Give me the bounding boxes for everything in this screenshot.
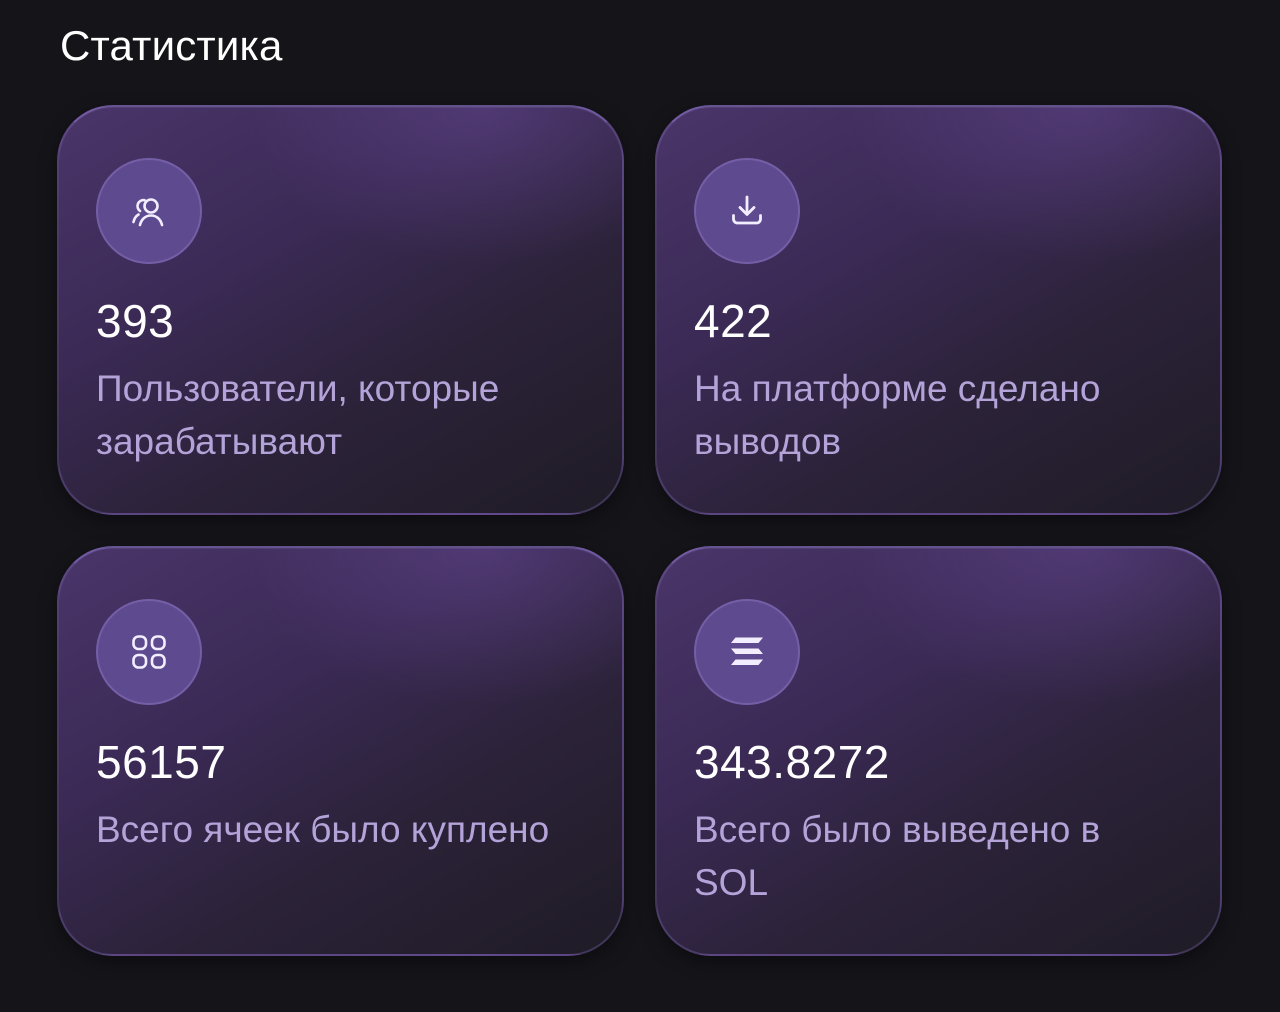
users-icon <box>96 158 202 264</box>
stat-card-withdrawals: 422 На платформе сделано выводов <box>655 105 1222 515</box>
stats-grid: 393 Пользователи, которые зарабатывают 4… <box>57 105 1222 956</box>
stat-value: 343.8272 <box>694 736 890 788</box>
stat-value: 393 <box>96 295 175 347</box>
solana-icon <box>694 599 800 705</box>
stat-card-sol-withdrawn: 343.8272 Всего было выведено в SOL <box>655 546 1222 956</box>
grid-icon <box>96 599 202 705</box>
stat-value: 56157 <box>96 736 227 788</box>
stat-label: Всего ячеек было куплено <box>96 809 550 850</box>
stat-label: Всего было выведено в SOL <box>694 809 1101 903</box>
stat-card-earning-users: 393 Пользователи, которые зарабатывают <box>57 105 624 515</box>
stat-card-cells-bought: 56157 Всего ячеек было куплено <box>57 546 624 956</box>
stat-label: Пользователи, которые зарабатывают <box>96 368 500 462</box>
stat-value: 422 <box>694 295 773 347</box>
download-icon <box>694 158 800 264</box>
stat-label: На платформе сделано выводов <box>694 368 1101 462</box>
page-title: Статистика <box>60 22 283 69</box>
